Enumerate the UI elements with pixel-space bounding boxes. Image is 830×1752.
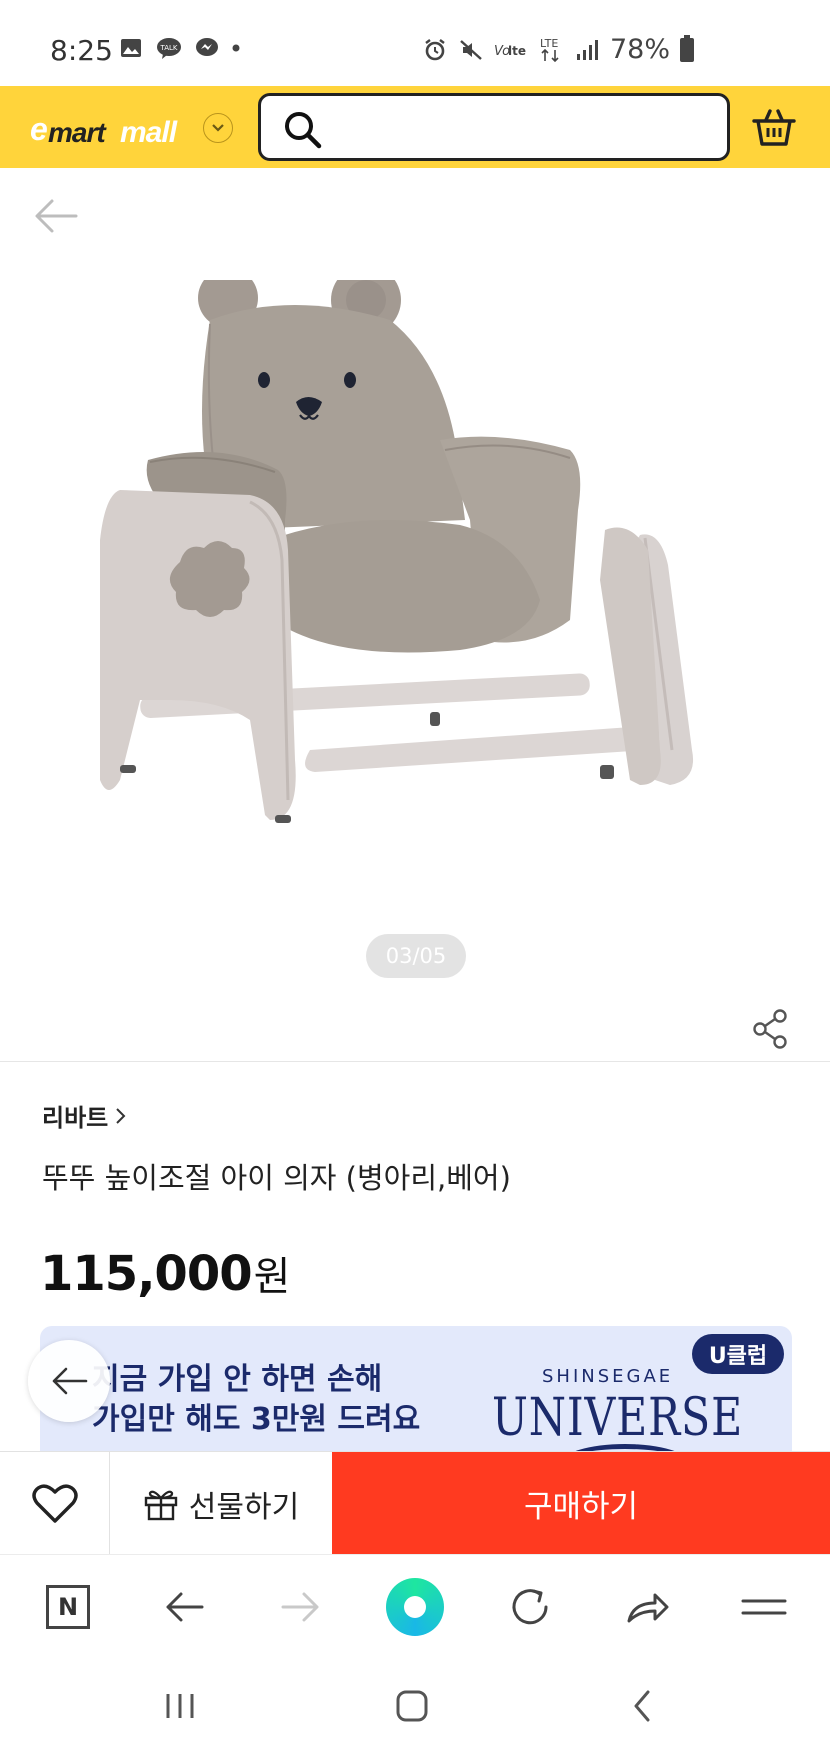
browser-refresh-button[interactable] <box>504 1581 556 1633</box>
browser-share-button[interactable] <box>622 1581 674 1633</box>
price-currency: 원 <box>253 1254 291 1300</box>
svg-text:mall: mall <box>120 116 178 149</box>
banner-brand-small: SHINSEGAE <box>542 1366 674 1387</box>
logo-graphic: e mart mall <box>30 111 179 149</box>
mall-dropdown-button[interactable] <box>203 113 233 143</box>
divider <box>0 1061 830 1062</box>
search-input[interactable] <box>341 106 711 150</box>
svg-text:TALK: TALK <box>159 44 177 52</box>
app-header: e mart mall <box>0 86 830 168</box>
banner-line2: 가입만 해도 3만원 드려요 <box>92 1402 421 1437</box>
system-nav-bar <box>0 1658 830 1752</box>
banner-brand-big: UNIVERSE <box>492 1388 744 1448</box>
image-pager: 03/05 <box>366 934 466 978</box>
hamburger-menu-icon <box>741 1599 787 1615</box>
chevron-right-icon <box>116 1107 126 1124</box>
share-icon[interactable] <box>750 1008 790 1050</box>
battery-icon <box>680 34 694 62</box>
system-status: Vo lte LTE 78% <box>422 34 694 65</box>
svg-text:e: e <box>30 111 47 147</box>
product-title: 뚜뚜 높이조절 아이 의자 (병아리,베어) <box>42 1161 511 1195</box>
back-chevron-icon <box>634 1690 650 1722</box>
search-box[interactable] <box>258 93 730 161</box>
floating-back-button[interactable] <box>28 1340 110 1422</box>
home-icon <box>396 1690 428 1722</box>
price-value: 115,000 <box>40 1246 253 1302</box>
gift-label: 선물하기 <box>188 1489 300 1525</box>
product-image[interactable] <box>100 280 730 920</box>
svg-text:lte: lte <box>508 44 526 58</box>
green-dot-button[interactable] <box>386 1578 444 1636</box>
refresh-icon <box>512 1589 548 1625</box>
recent-apps-icon <box>166 1694 194 1718</box>
mute-icon <box>460 39 482 60</box>
naver-n-icon: N <box>46 1585 90 1629</box>
banner-line1: 지금 가입 안 하면 손해 <box>92 1362 383 1397</box>
browser-home-button[interactable]: N <box>42 1581 94 1633</box>
battery-percent: 78% <box>609 34 670 65</box>
system-back-button[interactable] <box>620 1684 664 1728</box>
emart-mall-logo[interactable]: e mart mall <box>30 108 200 159</box>
recent-apps-button[interactable] <box>158 1684 202 1728</box>
back-arrow-icon <box>52 1367 88 1395</box>
browser-menu-button[interactable] <box>738 1581 790 1633</box>
back-arrow-icon[interactable] <box>32 196 78 236</box>
arrow-left-icon <box>166 1592 204 1622</box>
alarm-icon <box>425 38 445 60</box>
status-time: 8:25 <box>50 34 113 67</box>
gift-button[interactable]: 선물하기 <box>110 1452 332 1555</box>
notification-icons: TALK <box>118 36 240 60</box>
messenger-icon <box>196 38 218 56</box>
buy-button[interactable]: 구매하기 <box>332 1452 830 1555</box>
arrow-right-icon <box>281 1592 319 1622</box>
promo-banner[interactable]: 지금 가입 안 하면 손해 가입만 해도 3만원 드려요 U클럽 SHINSEG… <box>40 1326 792 1451</box>
heart-icon <box>31 1483 78 1523</box>
browser-toolbar: N <box>0 1554 830 1658</box>
share-arrow-icon <box>627 1593 669 1623</box>
svg-text:LTE: LTE <box>540 37 558 50</box>
signal-icon <box>576 39 598 60</box>
uclub-badge: U클럽 <box>692 1334 784 1374</box>
product-price: 115,000원 <box>40 1244 291 1302</box>
gift-icon <box>144 1490 177 1520</box>
cart-icon[interactable] <box>750 104 798 152</box>
gallery-icon <box>121 39 141 57</box>
purchase-action-bar: 선물하기 구매하기 <box>0 1451 830 1555</box>
volte-icon: Volte <box>494 44 526 59</box>
svg-text:mart: mart <box>48 117 107 148</box>
search-icon[interactable] <box>283 110 323 150</box>
status-bar: 8:25 TALK Vo lte LTE 78% <box>0 0 830 86</box>
wishlist-button[interactable] <box>0 1452 110 1555</box>
brand-name: 리바트 <box>42 1104 109 1132</box>
lte-icon: LTE <box>540 37 559 62</box>
talk-icon: TALK <box>157 38 181 59</box>
brand-link[interactable]: 리바트 <box>42 1098 128 1133</box>
dot-icon <box>232 44 240 52</box>
browser-forward-button[interactable] <box>275 1581 327 1633</box>
green-dot-icon <box>386 1578 444 1636</box>
home-button[interactable] <box>390 1684 434 1728</box>
browser-back-button[interactable] <box>158 1581 210 1633</box>
chevron-down-icon <box>212 124 224 132</box>
